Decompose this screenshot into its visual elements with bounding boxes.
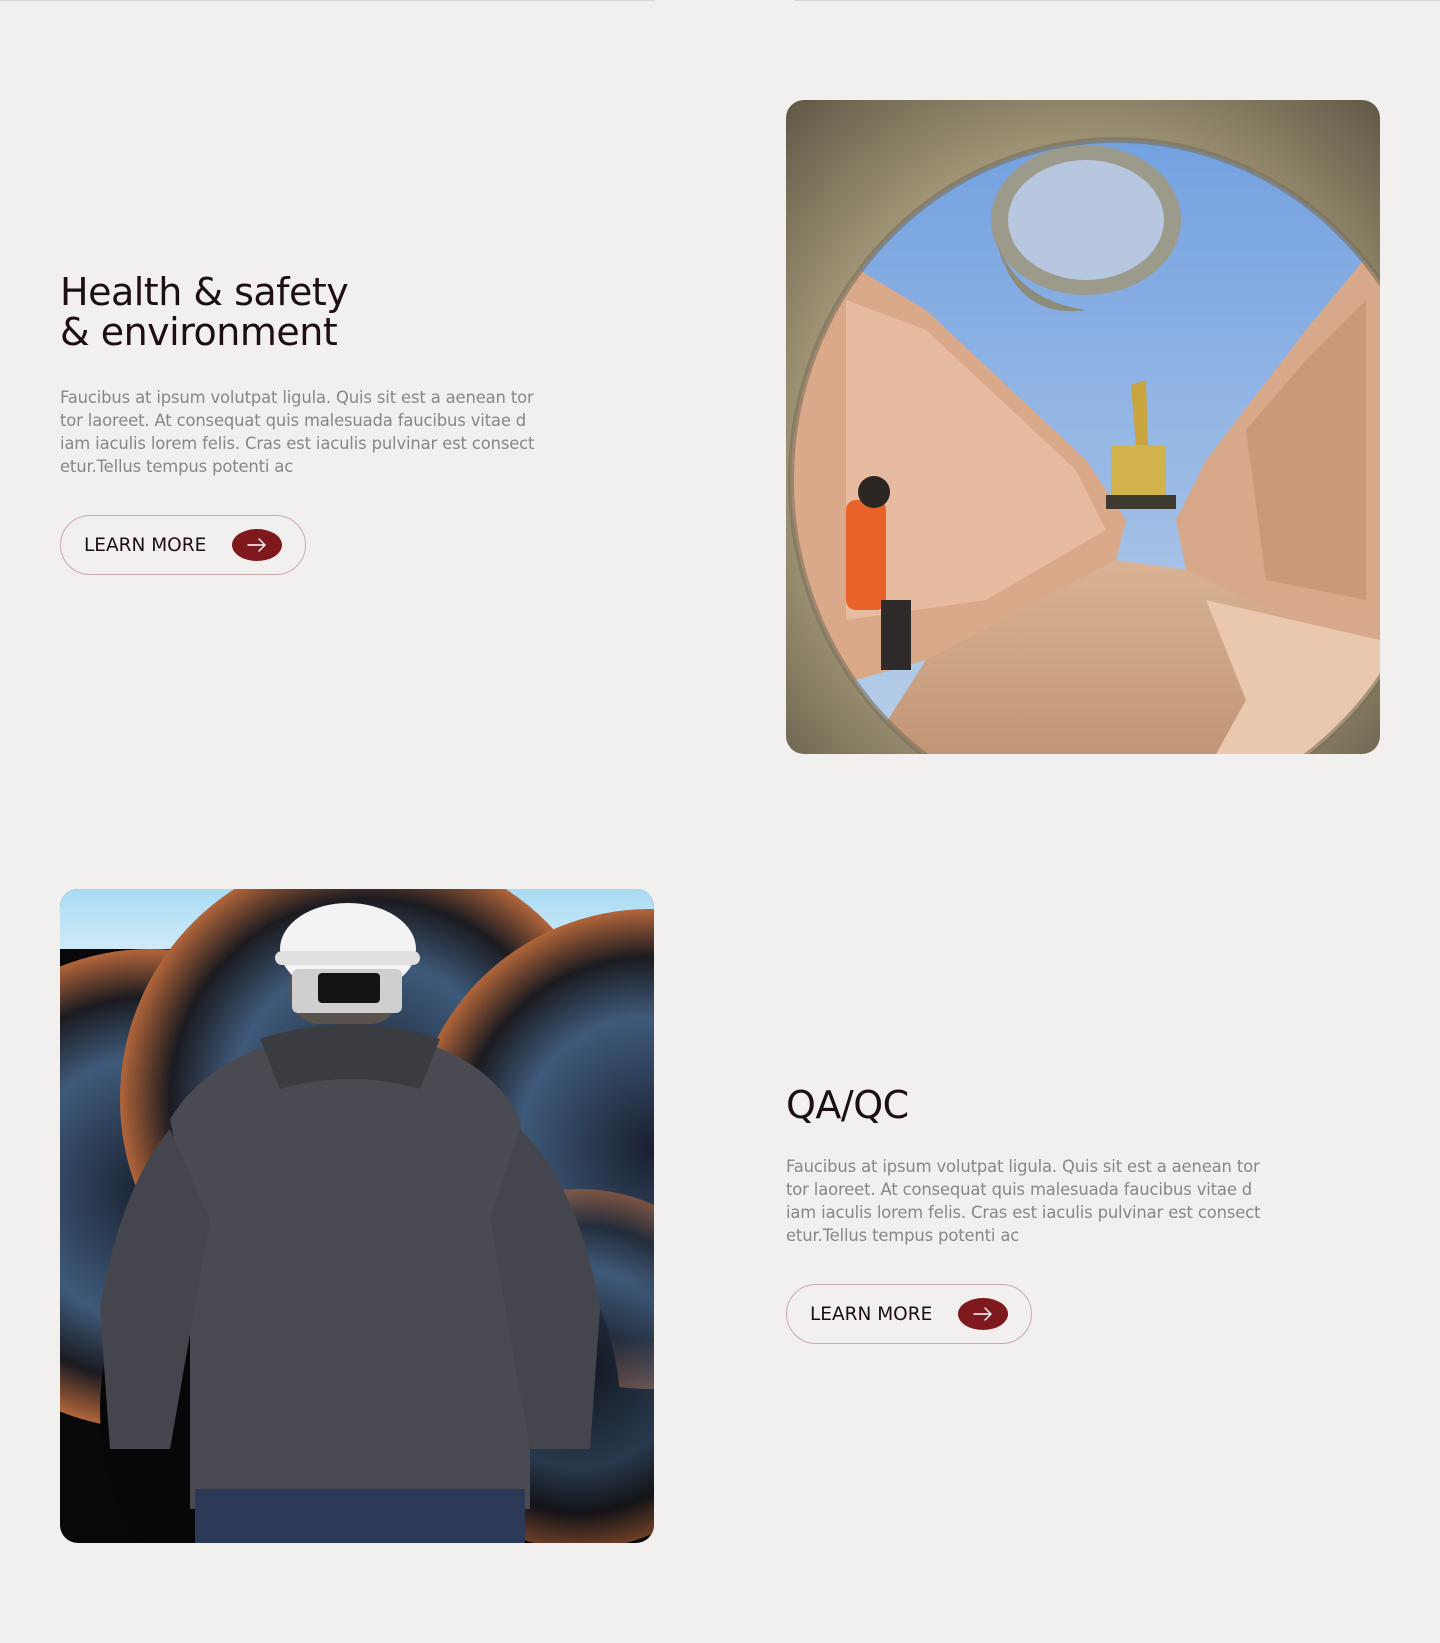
learn-more-button[interactable]: LEARN MORE	[60, 515, 306, 575]
section-body: Faucibus at ipsum volutpat ligula. Quis …	[60, 388, 535, 476]
arrow-right-icon	[232, 529, 282, 561]
section-title: Health & safety & environment	[60, 270, 349, 354]
title-line-2: & environment	[60, 310, 338, 354]
section-title: QA/QC	[786, 1085, 909, 1125]
pipe-trench-photo	[786, 100, 1380, 754]
worker-hardhat-photo	[60, 889, 654, 1543]
top-divider-right	[794, 0, 1440, 1]
title-line-1: Health & safety	[60, 270, 349, 314]
learn-more-button[interactable]: LEARN MORE	[786, 1284, 1032, 1344]
health-safety-text: Health & safety & environment	[60, 270, 349, 354]
learn-more-label: LEARN MORE	[810, 1303, 933, 1325]
qa-qc-text: QA/QC	[786, 1085, 909, 1125]
learn-more-label: LEARN MORE	[84, 534, 207, 556]
title-line-1: QA/QC	[786, 1083, 909, 1127]
arrow-right-icon	[958, 1298, 1008, 1330]
top-divider-left	[0, 0, 655, 1]
section-body: Faucibus at ipsum volutpat ligula. Quis …	[786, 1157, 1261, 1245]
